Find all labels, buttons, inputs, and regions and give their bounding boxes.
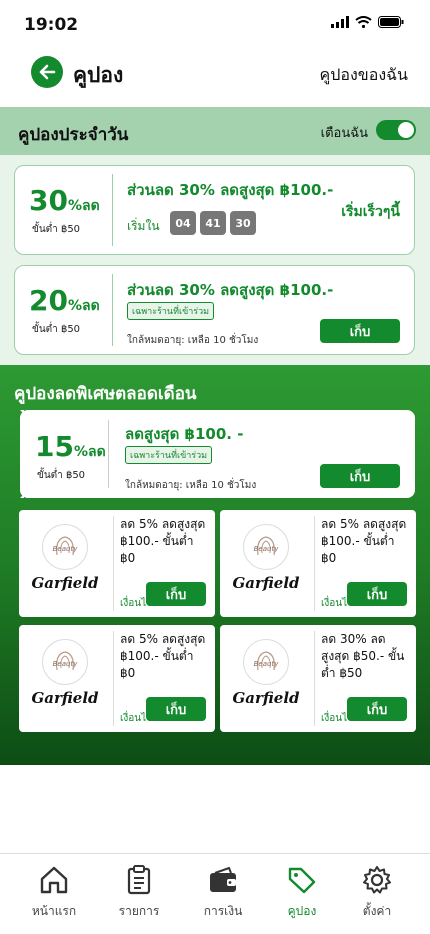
discount-unit: %ลด — [67, 298, 100, 314]
signal-icon — [331, 16, 349, 28]
coupon-title: ลดสูงสุด ฿100. - — [125, 425, 244, 443]
discount-percent: 30%ลด — [29, 184, 100, 217]
participating-stores-tag: เฉพาะร้านที่เข้าร่วม — [127, 302, 215, 320]
expiry-note: ใกล้หมดอายุ: เหลือ 10 ชั่วโมง — [127, 335, 259, 346]
wallet-icon — [210, 866, 236, 892]
divider — [113, 516, 114, 611]
collect-button[interactable]: เก็บ — [146, 697, 206, 721]
tab-home[interactable]: หน้าแรก — [14, 864, 94, 921]
featured-coupon-card: 15%ลด ขั้นต่ำ ฿50 ลดสูงสุด ฿100. - เฉพาะ… — [20, 410, 415, 498]
collect-button[interactable]: เก็บ — [320, 464, 400, 488]
tab-finance[interactable]: การเงิน — [183, 864, 263, 921]
coupon-description: ลด 5% ลดสูงสุด ฿100.- ขั้นต่ำ ฿0 — [120, 632, 206, 680]
timer-seconds: 30 — [230, 211, 256, 235]
coupon-title: ส่วนลด 30% ลดสูงสุด ฿100.- — [127, 181, 334, 199]
coupon-description: ลด 5% ลดสูงสุด ฿100.- ขั้นต่ำ ฿0 — [321, 517, 407, 565]
status-bar: 19:02 — [0, 0, 430, 50]
daily-coupon-card: 30%ลด ขั้นต่ำ ฿50 ส่วนลด 30% ลดสูงสุด ฿1… — [14, 165, 415, 255]
discount-percent: 15%ลด — [35, 430, 106, 463]
daily-coupons-section: คูปองประจำวัน เตือนฉัน 30%ลด ขั้นต่ำ ฿50… — [0, 107, 430, 365]
bottom-tab-bar: หน้าแรก รายการ การเงิน คูปอง ตั้งค่า — [0, 853, 430, 934]
discount-unit: %ลด — [67, 198, 100, 214]
tab-label: รายการ — [118, 904, 160, 918]
coupon-description: ลด 5% ลดสูงสุด ฿100.- ขั้นต่ำ ฿0 — [120, 517, 206, 565]
coupon-title: ส่วนลด 30% ลดสูงสุด ฿100.- — [127, 281, 334, 299]
store-logo: Beauty Garfield — [232, 524, 300, 602]
tab-label: ตั้งค่า — [362, 904, 392, 918]
collect-button[interactable]: เก็บ — [320, 319, 400, 343]
arrow-left-icon — [39, 64, 56, 80]
store-logo: Beauty Garfield — [232, 639, 300, 717]
divider — [112, 274, 113, 346]
header: คูปอง คูปองของฉัน — [0, 50, 430, 107]
ticket-notch-edge — [20, 410, 24, 498]
discount-percent: 20%ลด — [29, 284, 100, 317]
discount-number: 15 — [35, 430, 74, 463]
status-icons — [331, 16, 404, 28]
divider — [314, 631, 315, 726]
starts-in-label: เริ่มใน — [127, 219, 160, 233]
discount-number: 30 — [29, 184, 68, 217]
svg-text:Beauty: Beauty — [254, 660, 280, 668]
beauty-logo-icon: Beauty — [243, 524, 289, 570]
min-spend: ขั้นต่ำ ฿50 — [37, 470, 86, 481]
divider — [314, 516, 315, 611]
svg-text:Beauty: Beauty — [53, 660, 79, 668]
divider — [113, 631, 114, 726]
notify-label: เตือนฉัน — [320, 126, 368, 141]
store-name: Garfield — [232, 574, 300, 592]
monthly-coupons-section: คูปองลดพิเศษตลอดเดือน 15%ลด ขั้นต่ำ ฿50 … — [0, 365, 430, 765]
tab-label: คูปอง — [287, 904, 317, 918]
tab-settings[interactable]: ตั้งค่า — [337, 864, 417, 921]
min-spend: ขั้นต่ำ ฿50 — [32, 224, 81, 235]
battery-icon — [378, 16, 404, 28]
divider — [112, 174, 113, 246]
divider — [108, 420, 109, 488]
tag-icon — [288, 867, 316, 894]
store-coupon-card: Beauty Garfield ลด 5% ลดสูงสุด ฿100.- ขั… — [19, 510, 215, 617]
store-coupon-card: Beauty Garfield ลด 5% ลดสูงสุด ฿100.- ขั… — [19, 625, 215, 732]
monthly-section-title: คูปองลดพิเศษตลอดเดือน — [14, 384, 197, 404]
timer-hours: 04 — [170, 211, 196, 235]
collect-button[interactable]: เก็บ — [347, 697, 407, 721]
status-time: 19:02 — [24, 15, 79, 35]
store-coupon-card: Beauty Garfield ลด 30% ลดสูงสุด ฿50.- ขั… — [220, 625, 416, 732]
svg-text:Beauty: Beauty — [53, 545, 79, 553]
beauty-logo-icon: Beauty — [42, 524, 88, 570]
home-icon — [40, 866, 68, 894]
expiry-note: ใกล้หมดอายุ: เหลือ 10 ชั่วโมง — [125, 480, 257, 491]
beauty-logo-icon: Beauty — [42, 639, 88, 685]
clipboard-icon — [127, 865, 151, 895]
tab-label: การเงิน — [203, 904, 243, 918]
notify-toggle[interactable] — [376, 120, 416, 140]
store-name: Garfield — [31, 689, 99, 707]
tab-label: หน้าแรก — [31, 904, 77, 918]
store-coupon-card: Beauty Garfield ลด 5% ลดสูงสุด ฿100.- ขั… — [220, 510, 416, 617]
tab-coupons[interactable]: คูปอง — [262, 864, 342, 921]
beauty-logo-icon: Beauty — [243, 639, 289, 685]
participating-stores-tag: เฉพาะร้านที่เข้าร่วม — [125, 446, 213, 464]
tab-orders[interactable]: รายการ — [99, 864, 179, 921]
svg-text:Beauty: Beauty — [254, 545, 280, 553]
store-name: Garfield — [31, 574, 99, 592]
my-coupons-link[interactable]: คูปองของฉัน — [320, 63, 408, 88]
collect-button[interactable]: เก็บ — [146, 582, 206, 606]
collect-button[interactable]: เก็บ — [347, 582, 407, 606]
discount-unit: %ลด — [73, 444, 106, 460]
coupon-description: ลด 30% ลดสูงสุด ฿50.- ขั้นต่ำ ฿50 — [321, 632, 405, 680]
min-spend: ขั้นต่ำ ฿50 — [32, 324, 81, 335]
gear-icon — [363, 866, 391, 894]
back-button[interactable] — [31, 56, 63, 88]
timer-minutes: 41 — [200, 211, 226, 235]
page-title: คูปอง — [73, 63, 124, 87]
store-name: Garfield — [232, 689, 300, 707]
daily-section-header: คูปองประจำวัน เตือนฉัน — [0, 107, 430, 155]
discount-number: 20 — [29, 284, 68, 317]
wifi-icon — [355, 16, 372, 28]
daily-coupon-card: 20%ลด ขั้นต่ำ ฿50 ส่วนลด 30% ลดสูงสุด ฿1… — [14, 265, 415, 355]
daily-section-title: คูปองประจำวัน — [18, 125, 129, 145]
coming-soon-status: เริ่มเร็วๆนี้ — [341, 204, 400, 220]
store-logo: Beauty Garfield — [31, 524, 99, 602]
store-logo: Beauty Garfield — [31, 639, 99, 717]
